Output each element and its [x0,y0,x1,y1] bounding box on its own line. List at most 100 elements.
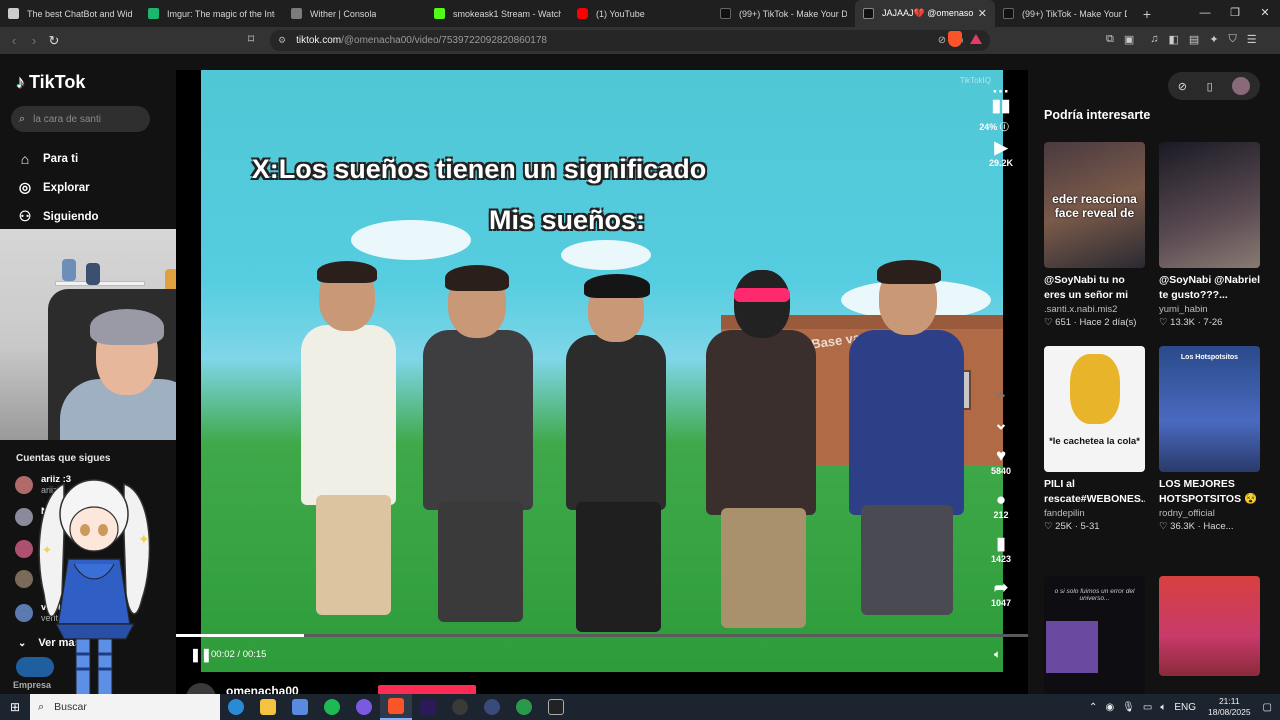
nav-label: Siguiendo [43,210,99,223]
video-caption-line1: X:Los sueños tienen un significado [251,154,707,184]
spotify-app-icon[interactable] [316,694,348,720]
recommended-video[interactable]: @SoyNabi @Nabriel te gusto???... yumi_ha… [1159,142,1260,328]
figure [62,259,76,281]
sidebar-toggle-icon[interactable]: ◧ [1169,33,1179,46]
premiere-app-icon[interactable] [412,694,444,720]
video-caption-line2: Mis sueños: [488,205,646,235]
browser-tab[interactable]: (1) YouTube [569,0,712,27]
scroll-up-button[interactable]: ⌃ [983,390,1019,410]
new-tab-button[interactable]: + [1135,6,1159,22]
search-input[interactable]: ⌕ la cara de santi [11,106,150,132]
recommended-video[interactable]: eder reacciona face reveal de @SoyNabi t… [1044,142,1145,328]
notifications-icon[interactable]: ▢ [1263,702,1272,713]
obs-app-icon[interactable] [444,694,476,720]
store-app-icon[interactable] [284,694,316,720]
video-frame[interactable]: Base vacía TikTokIQ X:Los sueños tienen … [201,70,1003,672]
site-info-icon[interactable]: ⚙ [278,35,286,46]
bookmark-icon[interactable]: ⌑ [248,32,254,46]
video-time: 00:02 / 00:15 [211,649,267,660]
sidebar-item-explorar[interactable]: ◎ Explorar [16,173,99,202]
volume-icon[interactable]: 🔈︎ [1160,702,1166,713]
info-icon: ⓘ [999,122,1009,132]
masked-face [734,270,790,338]
wallet-icon[interactable]: ▤ [1189,33,1199,46]
sidebar-item-siguiendo[interactable]: ⚇ Siguiendo [16,202,99,231]
extension-icon[interactable]: ▣ [1124,33,1134,46]
menu-icon[interactable]: ☰ [1247,33,1257,46]
top-right-actions: ⊘ ▯ [1168,72,1260,100]
scroll-down-button[interactable]: ⌄ [983,414,1019,434]
like-button[interactable]: ♥ 5840 [983,446,1019,476]
browser-tab[interactable]: Imgur: The magic of the Intern [140,0,283,27]
back-icon[interactable]: ‹ [4,33,24,48]
sidebar-item-para-ti[interactable]: ⌂ Para ti [16,144,99,173]
extension-icons: ⧉ ▣ ♫ ◧ ▤ ✦ ⛉ ☰ [1106,33,1257,46]
pause-button[interactable]: ❚❚ [190,647,212,663]
nav-label: Para ti [43,152,79,165]
tab-close-icon[interactable]: ✕ [974,7,987,20]
avatar [15,476,33,494]
recommended-video[interactable]: *le cachetea la cola* PILI al rescate#WE… [1044,346,1145,532]
video-caption: @SoyNabi tu no eres un señor mi niño,... [1044,274,1129,301]
hair [445,265,509,291]
extensions-icon[interactable]: ⧉ [1106,33,1114,46]
minimize-icon[interactable]: — [1190,0,1220,27]
music-icon[interactable]: ♫ [1150,33,1158,46]
video-thumbnail [1159,576,1260,676]
browser-tab[interactable]: The best ChatBot and Widgets [0,0,140,27]
chevron-down-icon: ⌄ [18,637,27,649]
network-icon[interactable]: ▭ [1143,702,1152,713]
figure [86,263,100,285]
browser-tab[interactable]: Wither | Consola [283,0,426,27]
clock[interactable]: 21:11 18/08/2025 [1208,696,1251,718]
heart-icon: ♥ [995,446,1007,465]
close-window-icon[interactable]: ✕ [1250,0,1280,27]
browser-toolbar: ‹ › ↻ ⌑ ⚙ tiktok.com/@omenacha00/video/7… [0,27,1280,54]
leo-icon[interactable]: ✦ [1209,33,1218,46]
recommended-video[interactable] [1159,576,1260,676]
chevron-up-icon[interactable]: ⌃ [1089,702,1097,713]
bee-character [1070,354,1120,424]
stats-button[interactable]: ▮▮ [983,96,1019,116]
epic-games-icon[interactable] [540,694,572,720]
tray-app-icon[interactable]: ◉ [1105,702,1114,713]
edge-app-icon[interactable] [220,694,252,720]
save-button[interactable]: ▮ 1423 [983,534,1019,564]
recommended-video[interactable]: o si solo fuimos un error del universo..… [1044,576,1145,694]
share-button[interactable]: ➦ 1047 [983,578,1019,608]
browser-tab[interactable]: (99+) TikTok - Make Your Day [995,0,1135,27]
forward-icon[interactable]: › [24,33,44,48]
app-icon[interactable] [476,694,508,720]
taskbar-search[interactable]: ⌕ Buscar [30,694,220,720]
clock-time: 21:11 [1218,696,1240,706]
file-explorer-icon[interactable] [252,694,284,720]
video-progress-bar[interactable] [176,634,1028,637]
maximize-icon[interactable]: ❐ [1220,0,1250,27]
language-indicator[interactable]: ENG [1174,702,1196,713]
mic-icon[interactable]: 🎙︎ [1122,702,1135,713]
brave-app-icon[interactable] [380,694,412,720]
tiktok-logo[interactable]: ♪ TikTok [16,72,85,93]
video-stats: ♡ 651 · Hace 2 día(s) [1044,317,1137,328]
browser-tab-active[interactable]: JAJAAJ💔 @omenaso ✕ [855,0,995,27]
reader-icon[interactable]: ⊘ [938,35,946,46]
anime-character-overlay: ✦ ✦ [38,479,151,711]
video-thumbnail: o si solo fuimos un error del universo..… [1044,576,1145,694]
taskbar-search-placeholder: Buscar [54,701,87,713]
volume-button[interactable]: 🔈︎ [994,647,1001,662]
discord-app-icon[interactable] [348,694,380,720]
brave-shield-icon[interactable] [948,31,962,47]
browser-tab[interactable]: (99+) TikTok - Make Your Day [712,0,855,27]
address-bar[interactable]: ⚙ tiktok.com/@omenacha00/video/753972209… [270,30,990,51]
windows-start-icon[interactable]: ⊞ [0,700,30,714]
phone-icon[interactable]: ▯ [1207,80,1213,93]
compass-icon[interactable]: ⊘ [1178,80,1187,93]
brave-rewards-icon[interactable] [970,34,982,44]
xbox-app-icon[interactable] [508,694,540,720]
browser-tab[interactable]: smokeask1 Stream - Watch Liv [426,0,569,27]
recommended-video[interactable]: Los Hotspotsitos LOS MEJORES HOTSPOTSITO… [1159,346,1260,532]
comment-button[interactable]: ● 212 [983,490,1019,520]
vpn-icon[interactable]: ⛉ [1229,33,1237,46]
reload-icon[interactable]: ↻ [44,33,64,49]
profile-avatar[interactable] [1232,77,1251,95]
